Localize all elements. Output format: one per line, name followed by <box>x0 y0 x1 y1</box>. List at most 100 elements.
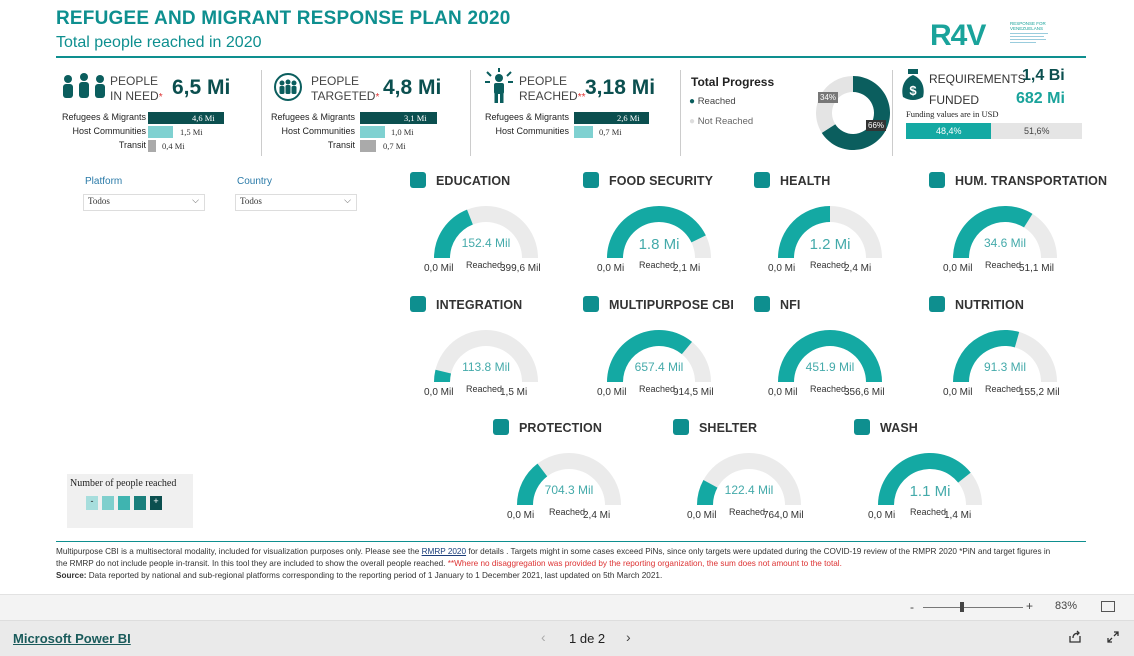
funded-value: 682 Mi <box>1016 90 1065 107</box>
sector-gauge-hum-transportation[interactable]: HUM. TRANSPORTATION 34.6 Mil 0,0 Mil Reache… <box>929 172 1107 282</box>
fit-to-page-icon[interactable] <box>1101 601 1115 612</box>
kpi-divider <box>892 70 893 156</box>
targeted-bar-host[interactable] <box>360 126 385 138</box>
gauge-reached-label: Reached <box>985 260 1022 270</box>
gauge-reached-label: Reached <box>549 507 586 517</box>
fullscreen-icon[interactable] <box>1106 630 1120 649</box>
note-text: Multipurpose CBI is a multisectoral moda… <box>56 547 422 556</box>
bus-icon <box>929 172 945 188</box>
pin-value: 6,5 Mi <box>172 76 231 99</box>
reached-bar-host[interactable] <box>574 126 593 138</box>
kpi-divider <box>680 70 681 156</box>
gauge-fill <box>778 329 882 382</box>
powerbi-bottom-bar <box>0 620 1134 656</box>
zoom-slider-handle[interactable] <box>960 602 964 612</box>
legend-not-reached[interactable]: ● Not Reached <box>689 116 753 127</box>
gauge-min: 0,0 Mi <box>768 263 796 274</box>
gauge-arc <box>953 329 1057 382</box>
platform-filter-label: Platform <box>85 176 123 187</box>
legend-reached[interactable]: ● Reached <box>689 96 736 107</box>
nfi-icon <box>754 296 770 312</box>
sector-gauge-nfi[interactable]: NFI 451.9 Mil 0,0 Mil Reached 356,6 Mil <box>754 296 918 406</box>
country-filter-dropdown[interactable]: Todos ⌵ <box>235 194 357 211</box>
gauge-reached-label: Reached <box>466 260 503 270</box>
money-bag-icon: $ <box>900 67 926 108</box>
share-icon[interactable] <box>1068 630 1082 649</box>
platform-filter-dropdown[interactable]: Todos ⌵ <box>83 194 205 211</box>
gauge-max: 1,4 Mi <box>944 510 972 521</box>
r4v-logo: R4V RESPONSE FOR VENEZUELANS <box>930 18 1080 52</box>
zoom-in-button[interactable]: + <box>1026 599 1033 613</box>
gauge-arc <box>434 329 538 382</box>
sector-gauge-multipurpose-cbi[interactable]: MULTIPURPOSE CBI 657.4 Mil 0,0 Mil Reached 9… <box>583 296 747 406</box>
shelter-icon <box>673 419 689 435</box>
legend-reached-dot: ● <box>689 96 696 107</box>
gauge-reached-label: Reached <box>810 260 847 270</box>
legend-step-4 <box>134 496 146 510</box>
reached-cat-host: Host Communities <box>495 126 569 136</box>
zoom-slider[interactable] <box>923 602 1023 612</box>
rmrp-link[interactable]: RMRP 2020 <box>422 547 466 556</box>
sector-gauge-wash[interactable]: WASH 1.1 Mi 0,0 Mi Reached 1,4 Mi <box>854 419 1018 529</box>
progress-donut[interactable] <box>814 74 892 157</box>
report-subtitle: Total people reached in 2020 <box>56 34 262 51</box>
gauge-min: 0,0 Mil <box>424 263 454 274</box>
gauge-min: 0,0 Mil <box>768 387 798 398</box>
chevron-down-icon: ⌵ <box>192 195 199 205</box>
gauge-reached-label: Reached <box>910 507 947 517</box>
svg-text:VENEZUELANS: VENEZUELANS <box>1010 26 1043 31</box>
targeted-value: 4,8 Mi <box>383 76 442 99</box>
next-page-icon[interactable]: › <box>626 629 631 645</box>
targeted-cat-refugees: Refugees & Migrants <box>270 112 355 122</box>
sector-gauge-shelter[interactable]: SHELTER 122.4 Mil 0,0 Mil Reached 764,0 Mil <box>673 419 837 529</box>
note-text: for details . Targets might in some case… <box>466 547 1051 556</box>
source-text: Data reported by national and sub-region… <box>86 571 663 580</box>
pin-bar-transit[interactable] <box>148 140 156 152</box>
zoom-out-button[interactable]: - <box>910 600 914 614</box>
pin-bar-host-label: 1,5 Mi <box>180 127 203 137</box>
sector-gauge-nutrition[interactable]: NUTRITION 91.3 Mil 0,0 Mil Reached 155,2 Mil <box>929 296 1093 406</box>
gauge-arc <box>878 452 982 505</box>
gauge-reached-label: Reached <box>639 260 676 270</box>
sector-gauge-food-security[interactable]: FOOD SECURITY 1.8 Mi 0,0 Mi Reached 2,1 Mi <box>583 172 747 282</box>
zoom-bar: - + 83% <box>0 594 1134 621</box>
protection-icon <box>493 419 509 435</box>
pin-label: PEOPLE IN NEED* <box>110 74 163 103</box>
note-text-red: **Where no disaggregation was provided b… <box>447 559 842 568</box>
sector-gauge-health[interactable]: HEALTH 1.2 Mi 0,0 Mi Reached 2,4 Mi <box>754 172 918 282</box>
funding-note: Funding values are in USD <box>906 109 999 119</box>
gauge-min: 0,0 Mi <box>507 510 535 521</box>
gauge-fill <box>607 330 693 382</box>
reached-bar-refugees-label: 2,6 Mi <box>617 113 640 123</box>
gauge-arc <box>778 205 882 258</box>
sector-title: MULTIPURPOSE CBI <box>609 298 734 312</box>
book-icon <box>410 172 426 188</box>
legend-not-reached-dot: ● <box>689 116 696 127</box>
gauge-value: 704.3 Mil <box>544 483 594 497</box>
reached-bar-host-label: 0,7 Mi <box>599 127 622 137</box>
gauge-max: 155,2 Mil <box>1019 387 1060 398</box>
people-targeted-icon <box>273 72 303 107</box>
gauge-value: 451.9 Mil <box>805 360 855 374</box>
powerbi-link[interactable]: Microsoft Power BI <box>13 631 131 646</box>
gauge-min: 0,0 Mil <box>943 387 973 398</box>
people-reached-icon <box>483 68 515 109</box>
people-in-need-icon <box>60 73 108 106</box>
sector-title: SHELTER <box>699 421 758 435</box>
sector-gauge-protection[interactable]: PROTECTION 704.3 Mil 0,0 Mi Reached 2,4 Mi <box>493 419 657 529</box>
donut-not-reached-label: 34% <box>818 92 839 103</box>
funding-bar-track[interactable]: 48,4% 51,6% <box>906 123 1082 139</box>
sector-title: NFI <box>780 298 801 312</box>
unfunded-pct-label: 51,6% <box>1024 126 1050 136</box>
pin-bar-host[interactable] <box>148 126 173 138</box>
pin-cat-refugees: Refugees & Migrants <box>61 112 146 122</box>
source-label: Source: <box>56 571 87 580</box>
targeted-bar-transit[interactable] <box>360 140 376 152</box>
sector-gauge-integration[interactable]: INTEGRATION 113.8 Mil 0,0 Mil Reached 1,5 Mi <box>410 296 574 406</box>
sector-title: PROTECTION <box>519 421 602 435</box>
integration-icon <box>410 296 426 312</box>
targeted-bar-host-label: 1,0 Mi <box>391 127 414 137</box>
prev-page-icon[interactable]: ‹ <box>541 629 546 645</box>
sector-title: NUTRITION <box>955 298 1024 312</box>
sector-gauge-education[interactable]: EDUCATION 152.4 Mil 0,0 Mil Reached 399,6 Mi… <box>410 172 574 282</box>
